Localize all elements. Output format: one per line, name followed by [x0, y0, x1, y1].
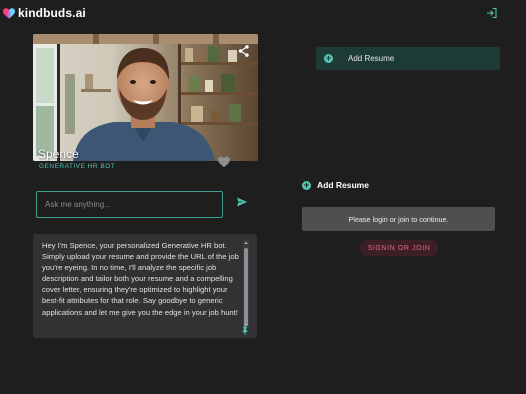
signin-or-join-button[interactable]: SIGNIN OR JOIN — [360, 240, 438, 256]
portrait-image — [33, 34, 258, 161]
plus-circle-icon: + — [324, 53, 333, 63]
chat-input[interactable] — [37, 192, 222, 217]
login-icon[interactable] — [486, 7, 498, 19]
share-icon[interactable] — [237, 44, 251, 58]
brand-name: kindbuds.ai — [18, 6, 86, 20]
intro-message: Hey I'm Spence, your personalized Genera… — [42, 241, 239, 317]
intro-scrollbar[interactable] — [243, 240, 249, 328]
add-resume-bar[interactable]: + Add Resume — [316, 47, 500, 70]
heart-icon[interactable] — [217, 155, 231, 169]
add-resume-button[interactable]: + Add Resume — [302, 180, 369, 190]
heart-logo-icon — [3, 7, 15, 18]
bot-portrait — [33, 34, 258, 161]
login-notice: Please login or join to continue. — [302, 207, 495, 231]
pin-icon[interactable] — [241, 326, 249, 335]
scroll-up-arrow-icon[interactable] — [243, 240, 249, 246]
intro-message-card: Hey I'm Spence, your personalized Genera… — [33, 234, 257, 338]
scroll-thumb[interactable] — [244, 248, 248, 326]
bot-role: GENERATIVE HR BOT — [39, 163, 116, 170]
plus-circle-icon: + — [302, 179, 311, 190]
top-bar: kindbuds.ai — [0, 0, 526, 26]
add-resume-bar-label: Add Resume — [348, 54, 395, 63]
bot-name: Spence — [38, 147, 79, 161]
send-icon[interactable] — [236, 196, 248, 208]
chat-input-box[interactable] — [36, 191, 223, 218]
add-resume-label: Add Resume — [317, 180, 369, 190]
brand-logo[interactable]: kindbuds.ai — [3, 6, 86, 20]
